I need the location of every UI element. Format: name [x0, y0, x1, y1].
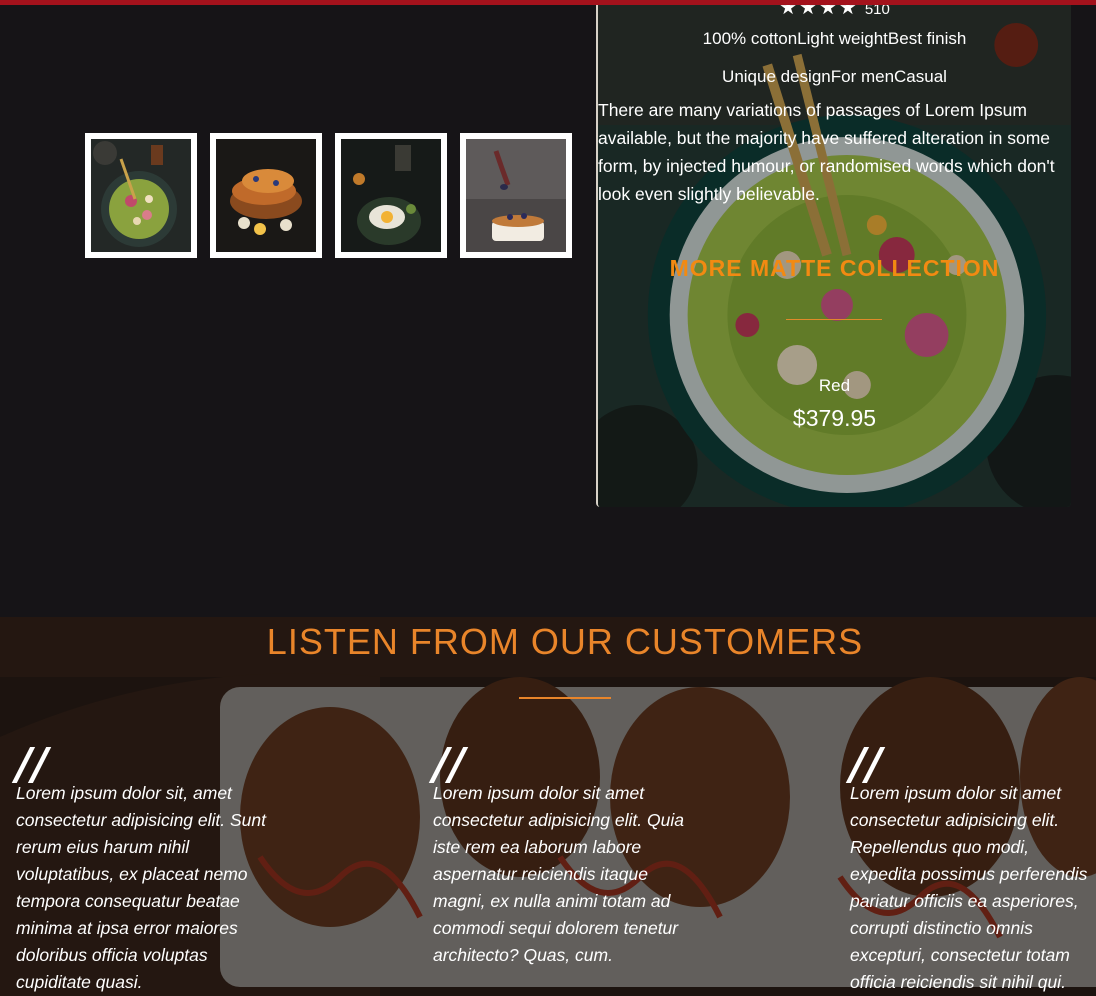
product-section: ★★★★ 510 100% cottonLight weightBest fini…	[0, 5, 1096, 617]
product-description: There are many variations of passages of…	[598, 100, 1055, 204]
rating-stars-icon: ★★★★	[779, 5, 859, 19]
card-divider	[786, 319, 882, 320]
thumbnail-dessert[interactable]	[460, 133, 572, 258]
quote-icon: //	[16, 739, 49, 790]
thumbnail-egg-plate[interactable]	[335, 133, 447, 258]
french-toast-image	[216, 139, 316, 252]
product-features-line-2: Unique designFor menCasual	[722, 67, 947, 86]
testimonial-card: // Lorem ipsum dolor sit amet consectetu…	[433, 739, 703, 969]
product-rating: ★★★★ 510	[598, 5, 1071, 20]
testimonials-divider	[519, 697, 611, 699]
salad-bowl-image	[91, 139, 191, 252]
product-price: $379.95	[792, 405, 877, 431]
more-matte-collection-link[interactable]: MORE MATTE COLLECTION	[598, 255, 1071, 282]
product-features-line-1: 100% cottonLight weightBest finish	[702, 29, 967, 48]
testimonials-section: LISTEN FROM OUR CUSTOMERS // Lorem ipsum…	[0, 617, 1096, 996]
product-card: ★★★★ 510 100% cottonLight weightBest fini…	[596, 5, 1071, 507]
testimonial-text: Lorem ipsum dolor sit amet consectetur a…	[850, 783, 1088, 992]
rating-count: 510	[864, 5, 890, 18]
thumbnail-salad[interactable]	[85, 133, 197, 258]
egg-plate-image	[341, 139, 441, 252]
dessert-image	[466, 139, 566, 252]
quote-icon: //	[433, 739, 466, 790]
product-color: Red	[818, 376, 851, 395]
quote-icon: //	[850, 739, 883, 790]
thumbnail-french-toast[interactable]	[210, 133, 322, 258]
testimonials-title: LISTEN FROM OUR CUSTOMERS	[266, 621, 864, 662]
testimonial-card: // Lorem ipsum dolor sit amet consectetu…	[850, 739, 1096, 996]
testimonial-card: // Lorem ipsum dolor sit, amet consectet…	[16, 739, 286, 996]
testimonial-text: Lorem ipsum dolor sit, amet consectetur …	[16, 783, 266, 992]
thumbnail-gallery	[85, 133, 572, 258]
testimonial-text: Lorem ipsum dolor sit amet consectetur a…	[433, 783, 684, 965]
